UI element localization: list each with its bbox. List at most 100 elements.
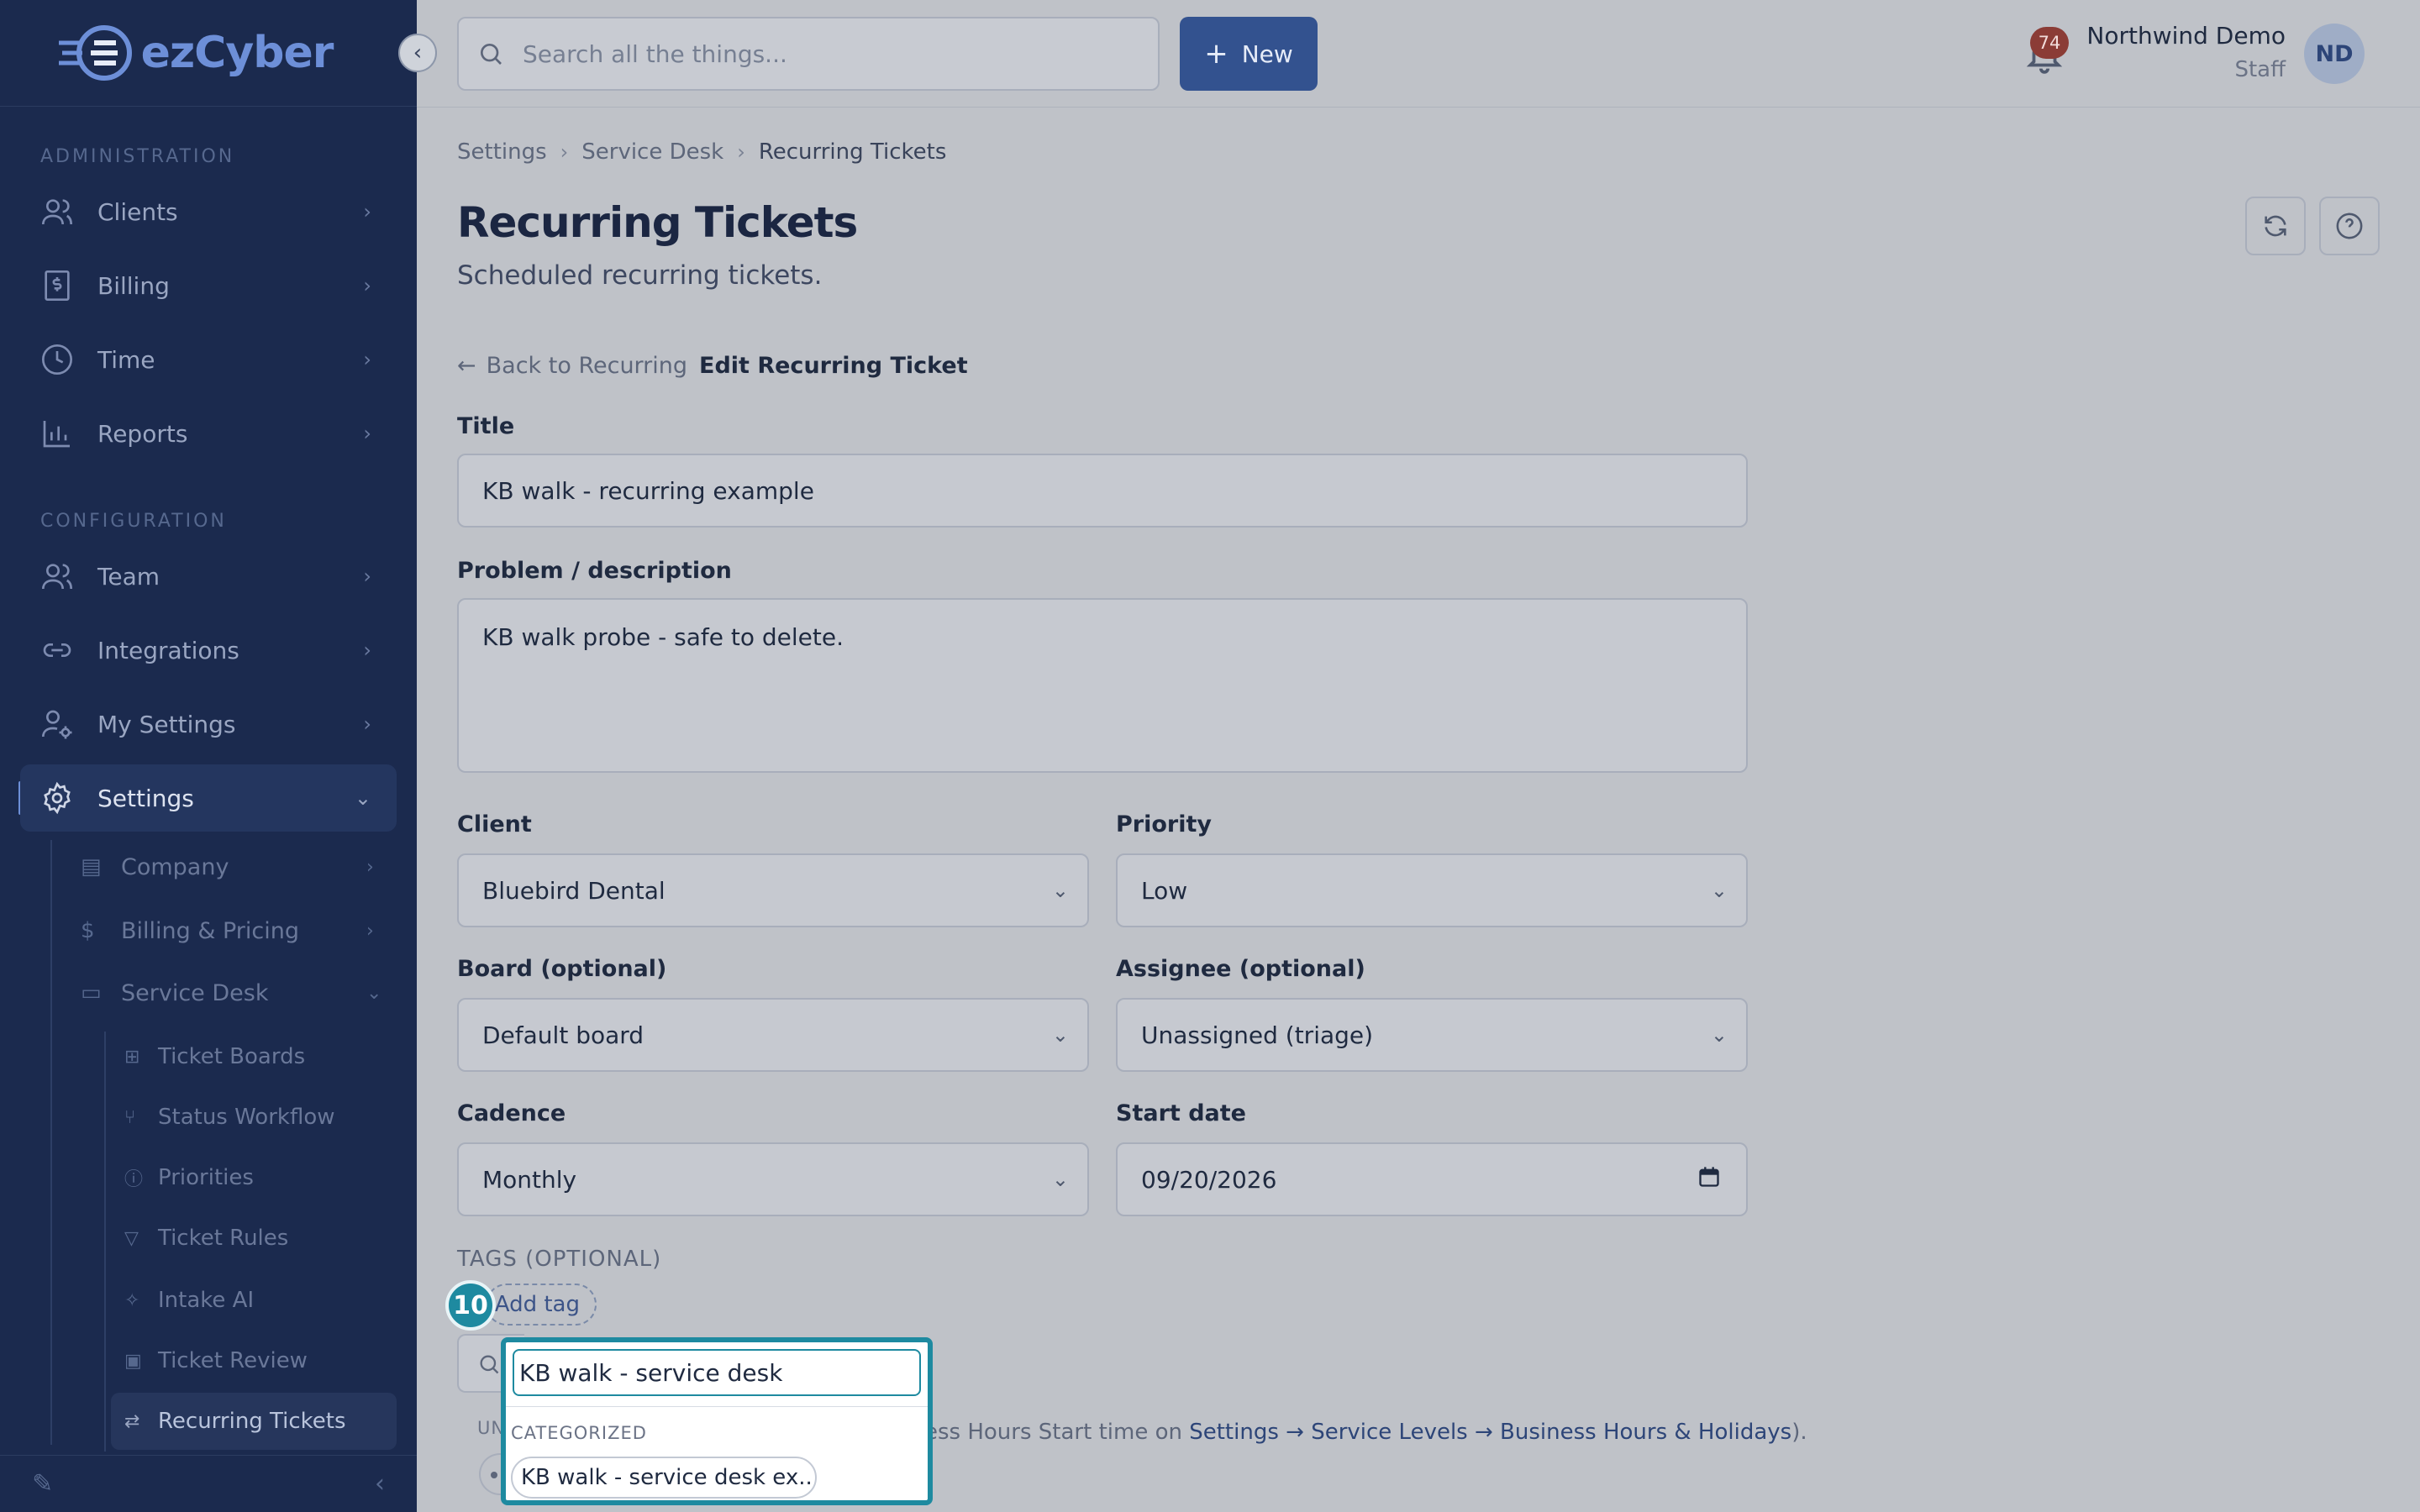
chevron-right-icon: › [363,200,371,223]
pencil-icon[interactable]: ✎ [32,1469,53,1499]
client-select[interactable]: Bluebird Dental ⌄ [457,853,1089,927]
sidebar-subitem-label: Status Workflow [158,1105,335,1130]
back-to-recurring-link[interactable]: ← Back to Recurring [457,353,687,379]
assignee-select[interactable]: Unassigned (triage) ⌄ [1116,998,1748,1072]
add-tag-label: Add tag [494,1292,580,1317]
start-date-label: Start date [1116,1100,1246,1126]
page-title: Recurring Tickets [457,198,858,247]
sidebar-item-clients[interactable]: Clients › [20,178,397,245]
search-icon [481,44,502,65]
users-icon [40,559,74,593]
sparkle-icon: ✧ [124,1289,140,1311]
sidebar-subitem-label: Ticket Boards [158,1044,306,1069]
priority-select[interactable]: Low ⌄ [1116,853,1748,927]
sidebar-item-label: Time [97,345,155,374]
sidebar-item-label: Integrations [97,636,239,664]
sidebar-collapse-button[interactable]: ‹ [398,34,437,72]
chevron-down-icon: ⌄ [1051,879,1069,902]
refresh-button[interactable] [2245,197,2306,255]
chevron-right-icon: › [560,140,569,164]
sidebar-item-time[interactable]: Time › [20,326,397,393]
new-button[interactable]: + New [1180,17,1318,91]
breadcrumb-settings[interactable]: Settings [457,139,547,165]
sidebar: ezCyber ADMINISTRATION Clients › Billing… [0,0,417,1512]
start-date-input[interactable]: 09/20/2026 [1116,1142,1748,1216]
sidebar-subitem-ticket-rules[interactable]: ▽ Ticket Rules [111,1210,397,1267]
collapse-left-icon[interactable]: ‹ [375,1469,385,1499]
search-input[interactable]: Search all the things... [457,17,1160,91]
users-icon [40,195,74,228]
bar-chart-icon [40,417,74,450]
sidebar-item-team[interactable]: Team › [20,543,397,610]
chevron-down-icon: ⌄ [1051,1168,1069,1191]
board-select[interactable]: Default board ⌄ [457,998,1089,1072]
tag-picker-popup: KB walk - service desk CATEGORIZED KB wa… [501,1337,933,1505]
breadcrumb-service-desk[interactable]: Service Desk [581,139,723,165]
topbar: Search all the things... + New 74 Northw… [417,0,2420,108]
brand-logo[interactable]: ezCyber [0,0,417,107]
user-role: Staff [2234,57,2286,82]
sidebar-subitem-label: Ticket Review [158,1348,308,1373]
brand-logo-mark-icon [58,25,132,81]
search-icon [480,1355,499,1374]
sidebar-item-settings[interactable]: Settings ⌄ [20,764,397,832]
sidebar-subitem-company[interactable]: ▤ Company › [81,842,374,892]
client-label: Client [457,811,532,837]
clock-icon [40,343,74,376]
description-value: KB walk probe - safe to delete. [482,623,844,651]
sidebar-item-billing[interactable]: Billing › [20,252,397,319]
chevron-right-icon: › [366,856,374,878]
business-hours-link[interactable]: Settings → Service Levels → Business Hou… [1189,1420,1791,1445]
sidebar-subitem-billing-pricing[interactable]: $ Billing & Pricing › [81,906,374,956]
calendar-icon[interactable] [1697,1165,1721,1194]
sidebar-subitem-recurring-tickets[interactable]: ⇄ Recurring Tickets [111,1393,397,1450]
sidebar-item-my-settings[interactable]: My Settings › [20,690,397,758]
sidebar-subitem-ticket-boards[interactable]: ⊞ Ticket Boards [111,1028,397,1085]
gear-icon [40,781,74,815]
user-name: Northwind Demo [2086,22,2286,50]
avatar[interactable]: ND [2304,24,2365,84]
business-hours-hint: ess Hours Start time on Settings → Servi… [924,1420,1807,1445]
tag-option-label: KB walk - service desk ex... [521,1465,817,1490]
sidebar-subitem-intake-ai[interactable]: ✧ Intake AI [111,1272,397,1329]
board-value: Default board [482,1021,644,1049]
help-button[interactable] [2319,197,2380,255]
chevron-right-icon: › [363,712,371,736]
sidebar-item-reports[interactable]: Reports › [20,400,397,467]
page-subtitle: Scheduled recurring tickets. [457,260,823,291]
tag-option[interactable]: KB walk - service desk ex... [511,1457,817,1499]
title-label: Title [457,413,515,439]
sidebar-subitem-ticket-review[interactable]: ▣ Ticket Review [111,1332,397,1389]
cadence-select[interactable]: Monthly ⌄ [457,1142,1089,1216]
hint-text: ess Hours Start time on [924,1420,1190,1445]
section-label-administration: ADMINISTRATION [40,146,235,167]
clipboard-icon: ▣ [124,1350,142,1372]
workflow-icon: ⑂ [124,1106,136,1128]
title-input[interactable]: KB walk - recurring example [457,454,1748,528]
section-label-configuration: CONFIGURATION [40,511,227,532]
sidebar-item-integrations[interactable]: Integrations › [20,617,397,684]
building-icon: ▤ [81,854,102,879]
description-textarea[interactable]: KB walk probe - safe to delete. [457,598,1748,773]
chevron-right-icon: › [366,920,374,942]
priority-value: Low [1141,876,1188,905]
sidebar-subitem-status-workflow[interactable]: ⑂ Status Workflow [111,1089,397,1146]
sidebar-item-label: Reports [97,419,188,448]
add-tag-button[interactable]: Add tag [486,1284,597,1326]
plus-icon: + [1204,37,1228,71]
alert-circle-icon: ⓘ [124,1169,144,1190]
sidebar-item-label: Settings [97,784,194,812]
chevron-right-icon: › [363,638,371,662]
brand-name: ezCyber [140,28,334,78]
tree-line [104,1032,106,1452]
sidebar-item-label: Clients [97,197,178,226]
filter-icon: ▽ [124,1227,139,1249]
sidebar-item-label: My Settings [97,710,236,738]
sidebar-subitem-priorities[interactable]: ⓘ Priorities [111,1149,397,1206]
dollar-icon: $ [81,918,95,943]
grid-icon: ⊞ [124,1046,140,1068]
sidebar-subitem-service-desk[interactable]: ▭ Service Desk ⌄ [81,968,381,1018]
tag-search-input[interactable]: KB walk - service desk [513,1349,921,1396]
chevron-down-icon: ⌄ [1710,1023,1728,1047]
chevron-right-icon: › [737,140,745,164]
